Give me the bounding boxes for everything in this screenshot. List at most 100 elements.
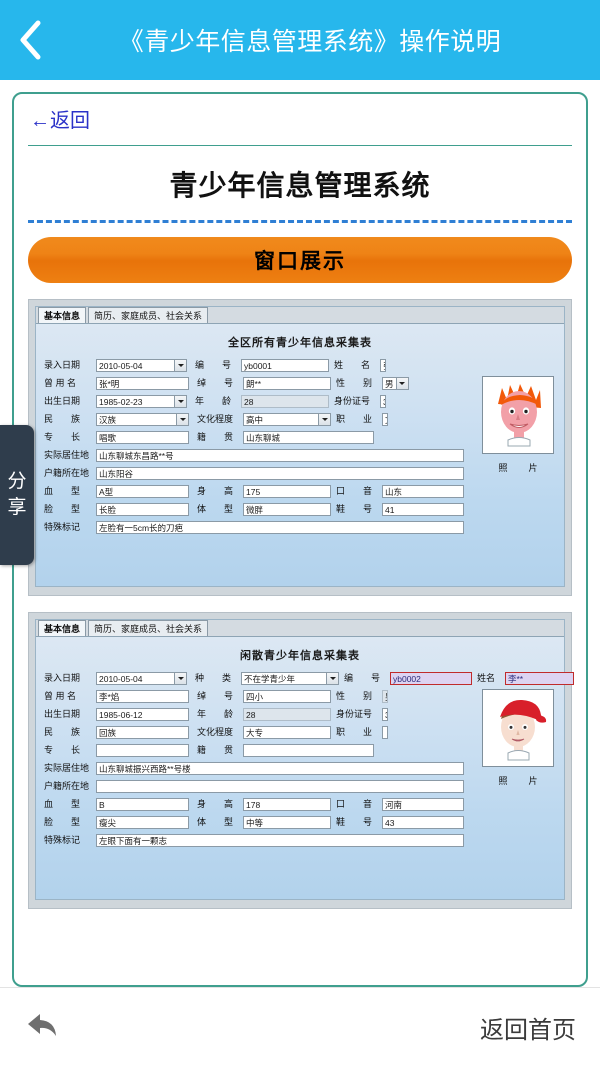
form2-row-blood: 血 型 B 身 高 178 口 音 河南 (44, 797, 464, 811)
chevron-down-icon[interactable] (174, 394, 187, 408)
label-body-type: 体 型 (197, 503, 234, 514)
label-origin: 籍 贯 (197, 431, 234, 442)
field-gender[interactable]: 男 (382, 689, 388, 703)
share-tab-label-bottom: 享 (7, 497, 27, 518)
field-gender[interactable]: 男 (382, 376, 409, 390)
label-gender: 性 别 (336, 690, 373, 701)
form1-row-special-mark: 特殊标记 左脸有一5cm长的刀疤 (44, 520, 464, 534)
label-residence: 实际居住地 (44, 762, 90, 773)
field-body-type[interactable]: 微胖 (243, 502, 331, 516)
winform-1: 基本信息 简历、家庭成员、社会关系 全区所有青少年信息采集表 录入日期 2010… (35, 306, 565, 587)
avatar-orange-hair-icon (488, 378, 548, 453)
field-specialty[interactable] (96, 743, 189, 757)
field-nickname[interactable]: 四小 (243, 689, 331, 703)
field-occupation[interactable] (382, 725, 388, 739)
chevron-down-icon[interactable] (174, 358, 187, 372)
field-former-name[interactable]: 李*焰 (96, 689, 189, 703)
field-special-mark[interactable]: 左脸有一5cm长的刀疤 (96, 520, 464, 534)
label-entry-date: 录入日期 (44, 672, 81, 683)
window-demo-button[interactable]: 窗口展示 (28, 237, 572, 283)
form2-row-specialty: 专 长 籍 贯 (44, 743, 374, 757)
chevron-down-icon[interactable] (395, 376, 409, 390)
field-origin[interactable]: 山东聊城 (243, 430, 374, 444)
document-card: ←返回 青少年信息管理系统 窗口展示 基本信息 简历、家庭成员、社会关系 全区所… (12, 92, 588, 987)
field-specialty[interactable]: 唱歌 (96, 430, 189, 444)
form1-row-blood: 血 型 A型 身 高 175 口 音 山东 (44, 484, 464, 498)
form2-tab-resume[interactable]: 简历、家庭成员、社会关系 (88, 620, 209, 636)
field-number[interactable]: yb0001 (241, 358, 329, 372)
field-blood-type[interactable]: A型 (96, 484, 189, 498)
form1-tab-basic[interactable]: 基本信息 (38, 307, 87, 323)
field-category[interactable]: 不在学青少年 (241, 671, 339, 685)
chevron-down-icon[interactable] (326, 671, 339, 685)
form1-tab-resume[interactable]: 简历、家庭成员、社会关系 (88, 307, 209, 323)
field-height[interactable]: 175 (243, 484, 331, 498)
field-shoe-size[interactable]: 41 (382, 502, 464, 516)
return-link[interactable]: ←返回 (14, 94, 90, 141)
field-special-mark[interactable]: 左眼下面有一颗志 (96, 833, 464, 847)
field-entry-date[interactable]: 2010-05-04 (96, 358, 187, 372)
field-body-type[interactable]: 中等 (243, 815, 331, 829)
footer-back-button[interactable] (26, 1010, 60, 1045)
form2-row-entrydate: 录入日期 2010-05-04 种 类 不在学青少年 编 号 yb0002 姓名… (44, 671, 574, 685)
field-birth-date[interactable]: 1985-06-12 (96, 707, 189, 721)
chevron-down-icon[interactable] (176, 412, 189, 426)
label-gender: 性 别 (336, 377, 373, 388)
field-origin[interactable] (243, 743, 374, 757)
label-special-mark: 特殊标记 (44, 834, 81, 845)
field-former-name[interactable]: 张*明 (96, 376, 189, 390)
form1-left-column: 录入日期 2010-05-04 编 号 yb0001 姓 名 张** (44, 358, 409, 444)
footer-home-button[interactable]: 返回首页 (480, 1010, 576, 1045)
form2-row-formername: 曾 用 名 李*焰 绰 号 四小 性 别 男 (44, 689, 388, 703)
field-fullname[interactable]: 李** (505, 671, 574, 685)
field-face-shape[interactable]: 瘦尖 (96, 815, 189, 829)
label-origin: 籍 贯 (197, 744, 234, 755)
form1-row-birthdate: 出生日期 1985-02-23 年 龄 28 身份证号 371521198502… (44, 394, 386, 408)
label-specialty: 专 长 (44, 744, 81, 755)
label-education: 文化程度 (197, 726, 234, 737)
label-body-type: 体 型 (197, 816, 234, 827)
field-id-number[interactable]: 37152198506124*** (382, 707, 388, 721)
form1-row-formername: 曾 用 名 张*明 绰 号 朗** 性 别 男 (44, 376, 409, 390)
field-id-number[interactable]: 3715211985022**** (380, 394, 386, 408)
form2-tab-basic[interactable]: 基本信息 (38, 620, 87, 636)
field-height[interactable]: 178 (243, 797, 331, 811)
chevron-down-icon[interactable] (318, 412, 331, 426)
field-nickname[interactable]: 朗** (243, 376, 331, 390)
divider-dashed (28, 220, 572, 223)
form1-photo-box (482, 376, 554, 454)
field-occupation[interactable]: 文员 (382, 412, 388, 426)
field-ethnicity[interactable]: 回族 (96, 725, 189, 739)
label-former-name: 曾 用 名 (44, 377, 77, 388)
form1-heading: 全区所有青少年信息采集表 (228, 337, 372, 349)
label-shoe-size: 鞋 号 (336, 816, 373, 827)
field-birth-date[interactable]: 1985-02-23 (96, 394, 187, 408)
field-name[interactable]: 张** (380, 358, 386, 372)
field-accent[interactable]: 山东 (382, 484, 464, 498)
field-education[interactable]: 高中 (243, 412, 331, 426)
field-number[interactable]: yb0002 (390, 671, 472, 685)
field-registered-addr[interactable]: 山东阳谷 (96, 466, 464, 480)
form2-row-residence: 实际居住地 山东聊城振兴西路**号楼 (44, 761, 464, 775)
form1-row-specialty: 专 长 唱歌 籍 贯 山东聊城 (44, 430, 374, 444)
label-former-name: 曾 用 名 (44, 690, 77, 701)
share-tab[interactable]: 分 享 (0, 425, 34, 565)
label-number: 编 号 (344, 672, 381, 683)
field-residence[interactable]: 山东聊城振兴西路**号楼 (96, 761, 464, 775)
label-occupation: 职 业 (336, 726, 373, 737)
field-entry-date[interactable]: 2010-05-04 (96, 671, 187, 685)
field-registered-addr[interactable] (96, 779, 464, 793)
label-number: 编 号 (195, 359, 232, 370)
field-blood-type[interactable]: B (96, 797, 189, 811)
header-back-button[interactable] (0, 0, 60, 80)
field-residence[interactable]: 山东聊城东昌路**号 (96, 448, 464, 462)
field-shoe-size[interactable]: 43 (382, 815, 464, 829)
label-age: 年 龄 (197, 708, 234, 719)
field-accent[interactable]: 河南 (382, 797, 464, 811)
field-face-shape[interactable]: 长脸 (96, 502, 189, 516)
chevron-down-icon[interactable] (174, 671, 187, 685)
label-accent: 口 音 (336, 798, 373, 809)
field-ethnicity[interactable]: 汉族 (96, 412, 189, 426)
label-face-shape: 脸 型 (44, 503, 81, 514)
field-education[interactable]: 大专 (243, 725, 331, 739)
